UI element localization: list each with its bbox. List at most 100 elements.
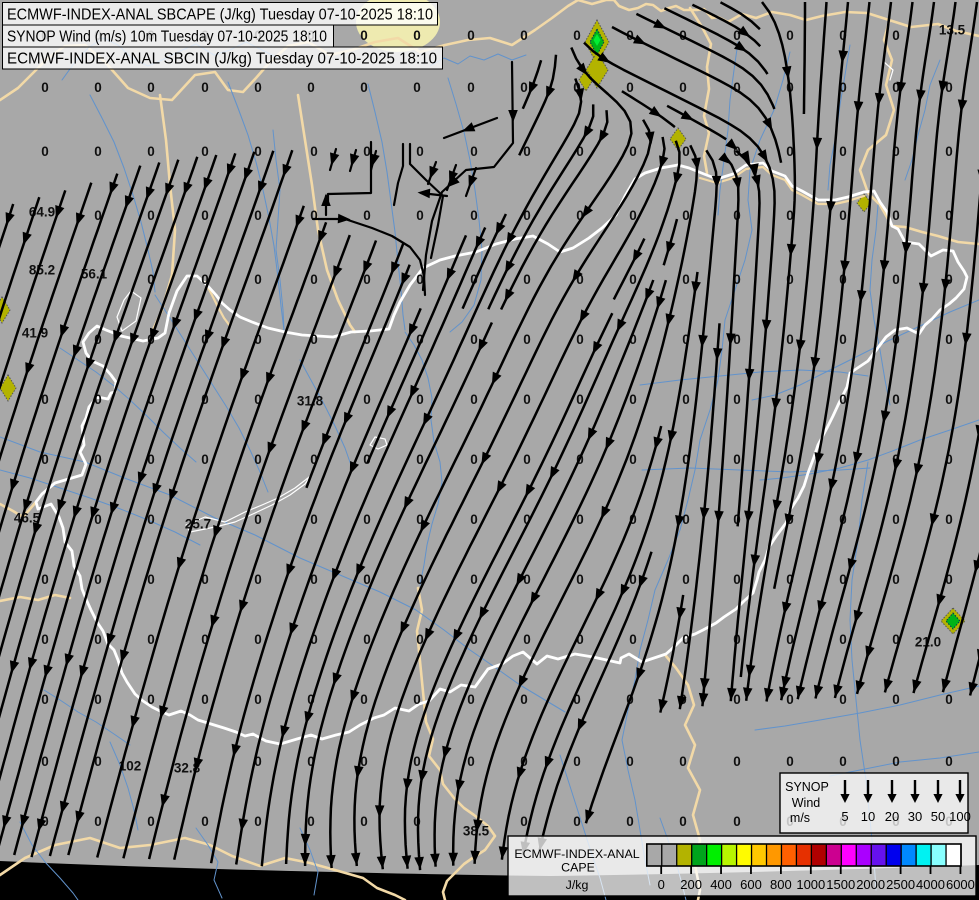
svg-text:50: 50 xyxy=(931,809,945,824)
svg-text:0: 0 xyxy=(892,272,900,287)
svg-text:0: 0 xyxy=(470,392,478,407)
svg-text:41.9: 41.9 xyxy=(22,326,48,341)
svg-text:0: 0 xyxy=(892,208,900,223)
svg-text:0: 0 xyxy=(416,208,424,223)
svg-text:0: 0 xyxy=(363,392,371,407)
svg-text:0: 0 xyxy=(147,632,155,647)
svg-text:0: 0 xyxy=(360,28,368,43)
svg-text:0: 0 xyxy=(363,144,371,159)
svg-text:0: 0 xyxy=(41,754,49,769)
svg-text:0: 0 xyxy=(94,572,102,587)
svg-text:SYNOP Wind (m/s) 10m Tuesday 0: SYNOP Wind (m/s) 10m Tuesday 07-10-2025 … xyxy=(7,29,327,46)
svg-text:0: 0 xyxy=(41,632,49,647)
svg-text:0: 0 xyxy=(733,754,741,769)
svg-text:ECMWF-INDEX-ANAL SBCIN (J/kg): ECMWF-INDEX-ANAL SBCIN (J/kg) Tuesday 07… xyxy=(7,51,437,68)
svg-text:0: 0 xyxy=(945,512,953,527)
svg-text:0: 0 xyxy=(945,144,953,159)
svg-text:1000: 1000 xyxy=(796,877,825,892)
svg-text:0: 0 xyxy=(523,632,531,647)
svg-text:0: 0 xyxy=(786,332,794,347)
svg-text:0: 0 xyxy=(523,452,531,467)
svg-text:6000: 6000 xyxy=(946,877,975,892)
svg-text:0: 0 xyxy=(201,452,209,467)
svg-text:0: 0 xyxy=(413,692,421,707)
svg-text:0: 0 xyxy=(94,632,102,647)
svg-text:0: 0 xyxy=(147,144,155,159)
svg-text:0: 0 xyxy=(201,692,209,707)
svg-text:0: 0 xyxy=(416,452,424,467)
svg-text:0: 0 xyxy=(201,814,209,829)
svg-text:0: 0 xyxy=(839,692,847,707)
svg-text:0: 0 xyxy=(520,814,528,829)
svg-text:0: 0 xyxy=(626,754,634,769)
svg-text:0: 0 xyxy=(626,814,634,829)
svg-text:0: 0 xyxy=(254,632,262,647)
svg-text:0: 0 xyxy=(629,632,637,647)
svg-text:m/s: m/s xyxy=(790,811,810,825)
svg-text:0: 0 xyxy=(307,80,315,95)
svg-text:5: 5 xyxy=(841,809,848,824)
svg-text:30: 30 xyxy=(908,809,922,824)
svg-text:0: 0 xyxy=(254,80,262,95)
svg-text:0: 0 xyxy=(470,452,478,467)
svg-text:0: 0 xyxy=(629,392,637,407)
svg-text:0: 0 xyxy=(41,144,49,159)
svg-text:600: 600 xyxy=(740,877,762,892)
svg-text:0: 0 xyxy=(733,392,741,407)
svg-text:0: 0 xyxy=(310,512,318,527)
svg-text:0: 0 xyxy=(254,692,262,707)
svg-text:0: 0 xyxy=(413,80,421,95)
svg-text:0: 0 xyxy=(679,754,687,769)
svg-text:2000: 2000 xyxy=(856,877,885,892)
svg-text:0: 0 xyxy=(786,692,794,707)
svg-text:0: 0 xyxy=(147,692,155,707)
svg-text:4000: 4000 xyxy=(916,877,945,892)
svg-text:0: 0 xyxy=(360,814,368,829)
svg-text:0: 0 xyxy=(310,144,318,159)
svg-text:800: 800 xyxy=(770,877,792,892)
svg-text:0: 0 xyxy=(839,632,847,647)
svg-text:0: 0 xyxy=(786,754,794,769)
svg-text:0: 0 xyxy=(892,692,900,707)
svg-text:0: 0 xyxy=(147,208,155,223)
svg-text:0: 0 xyxy=(733,692,741,707)
svg-text:31.8: 31.8 xyxy=(297,394,324,409)
svg-text:0: 0 xyxy=(892,572,900,587)
svg-text:SYNOP: SYNOP xyxy=(785,780,829,794)
svg-text:0: 0 xyxy=(413,754,421,769)
svg-text:0: 0 xyxy=(310,208,318,223)
svg-text:0: 0 xyxy=(520,80,528,95)
svg-text:0: 0 xyxy=(413,28,421,43)
svg-text:0: 0 xyxy=(520,692,528,707)
svg-text:0: 0 xyxy=(523,272,531,287)
svg-text:0: 0 xyxy=(626,80,634,95)
svg-text:0: 0 xyxy=(733,572,741,587)
svg-text:0: 0 xyxy=(733,814,741,829)
svg-text:0: 0 xyxy=(467,754,475,769)
svg-text:0: 0 xyxy=(945,392,953,407)
svg-text:0: 0 xyxy=(520,28,528,43)
svg-text:0: 0 xyxy=(629,144,637,159)
svg-text:0: 0 xyxy=(41,572,49,587)
svg-text:J/kg: J/kg xyxy=(566,878,589,892)
svg-text:0: 0 xyxy=(839,754,847,769)
svg-text:0: 0 xyxy=(467,692,475,707)
svg-text:0: 0 xyxy=(573,814,581,829)
svg-text:0: 0 xyxy=(254,144,262,159)
svg-text:0: 0 xyxy=(576,332,584,347)
svg-text:0: 0 xyxy=(201,208,209,223)
svg-text:Wind: Wind xyxy=(792,796,821,810)
svg-text:0: 0 xyxy=(786,452,794,467)
svg-text:0: 0 xyxy=(254,272,262,287)
svg-text:ECMWF-INDEX-ANAL SBCAPE (J/kg): ECMWF-INDEX-ANAL SBCAPE (J/kg) Tuesday 0… xyxy=(7,7,433,24)
svg-text:0: 0 xyxy=(523,332,531,347)
svg-text:0: 0 xyxy=(682,512,690,527)
svg-text:0: 0 xyxy=(470,332,478,347)
svg-text:25.7: 25.7 xyxy=(185,517,211,532)
svg-text:100: 100 xyxy=(949,809,971,824)
svg-text:0: 0 xyxy=(576,572,584,587)
svg-text:0: 0 xyxy=(679,80,687,95)
svg-text:0: 0 xyxy=(201,80,209,95)
svg-text:0: 0 xyxy=(892,392,900,407)
svg-text:0: 0 xyxy=(786,28,794,43)
